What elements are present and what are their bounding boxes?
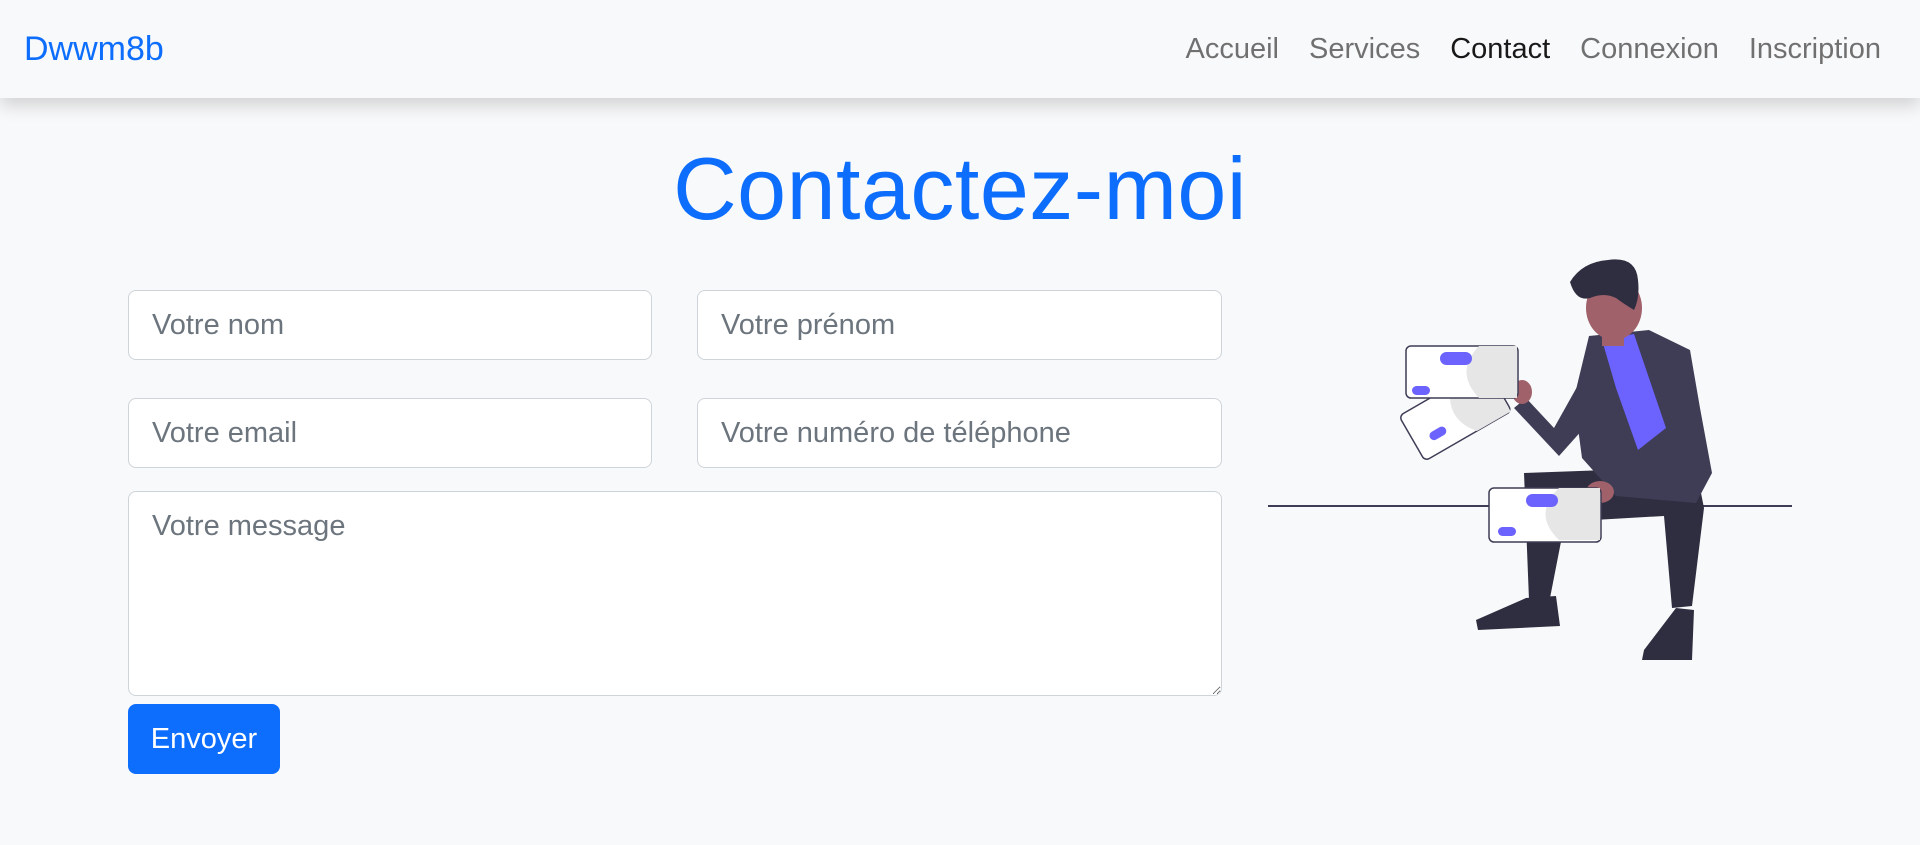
card-upper-pill [1440,352,1472,365]
person-right-shoe [1642,608,1694,660]
brand-link[interactable]: Dwwm8b [24,30,164,69]
card-lower-dot [1498,527,1516,536]
email-input[interactable] [128,398,652,468]
message-textarea[interactable] [128,491,1222,696]
nom-input[interactable] [128,290,652,360]
nav-links: Accueil Services Contact Connexion Inscr… [1171,33,1896,66]
nav-link-services[interactable]: Services [1294,33,1435,66]
nav-link-contact[interactable]: Contact [1435,33,1565,66]
card-upper-dot [1412,386,1430,395]
page-title: Contactez-moi [673,139,1247,238]
nav-link-accueil[interactable]: Accueil [1171,33,1295,66]
prenom-input[interactable] [697,290,1222,360]
nav-link-inscription[interactable]: Inscription [1734,33,1896,66]
telephone-input[interactable] [697,398,1222,468]
nav-link-connexion[interactable]: Connexion [1565,33,1734,66]
navbar: Dwwm8b Accueil Services Contact Connexio… [0,0,1920,98]
send-button[interactable]: Envoyer [128,704,280,774]
person-left-shoe [1476,596,1560,630]
card-upper-shade [1466,346,1517,398]
person-with-cards-illustration [1268,259,1792,660]
card-lower-pill [1526,494,1558,507]
